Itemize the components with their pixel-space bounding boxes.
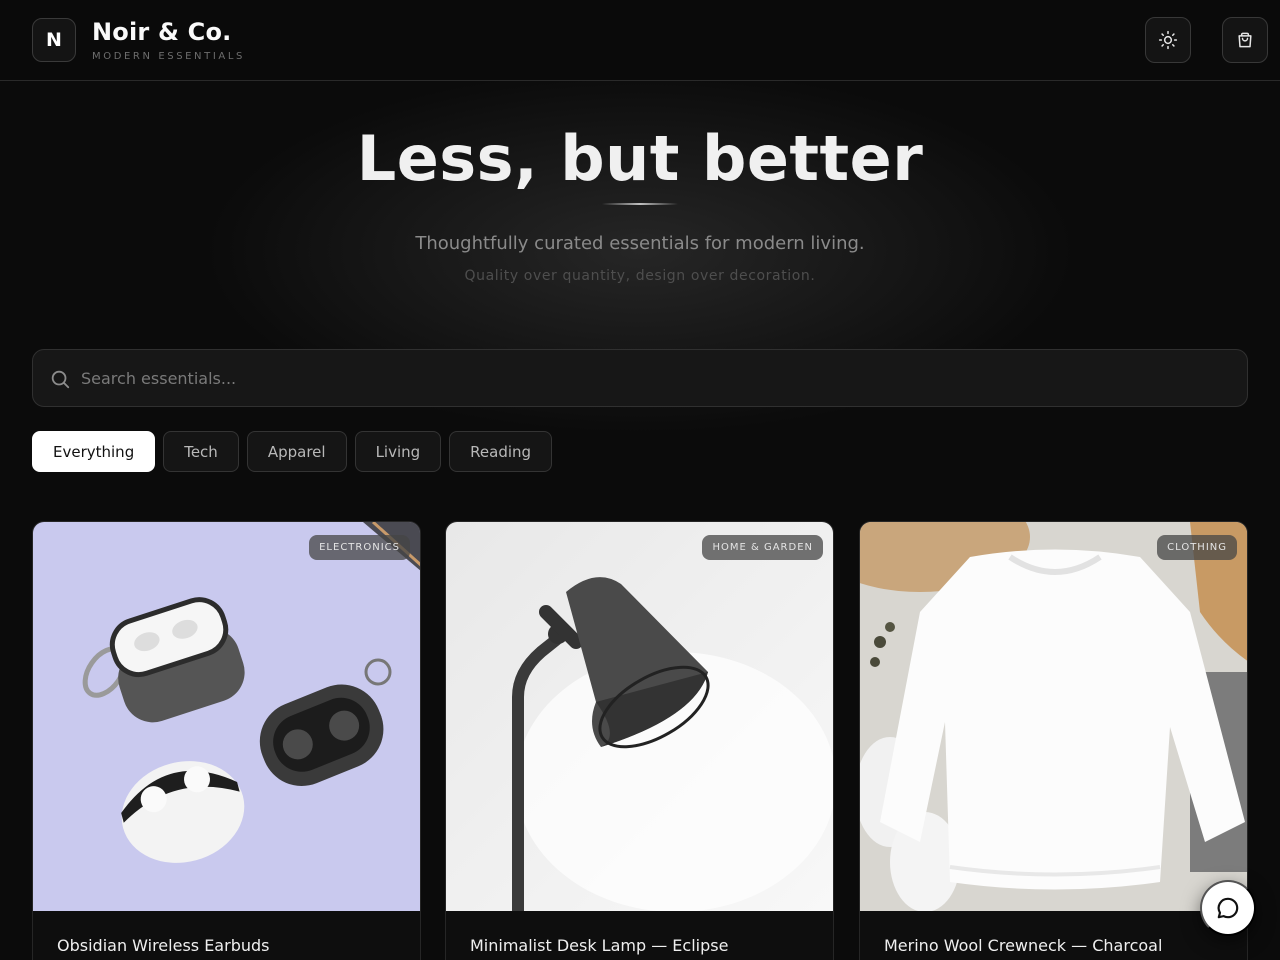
hero-tagline: Quality over quantity, design over decor… [464,268,816,284]
search-input[interactable] [81,358,1231,398]
product-image[interactable]: CLOTHING [860,522,1247,911]
filter-chip-living[interactable]: Living [354,431,442,472]
logo-mark[interactable]: N [32,18,76,62]
brand-tagline: MODERN ESSENTIALS [92,51,245,62]
cart-button[interactable] [1222,17,1268,63]
site-header: N Noir & Co. MODERN ESSENTIALS [0,0,1280,81]
product-name[interactable]: Minimalist Desk Lamp — Eclipse [470,936,728,955]
hero-subtitle: Thoughtfully curated essentials for mode… [415,233,865,254]
hero-divider [602,203,678,205]
category-badge: CLOTHING [1157,535,1237,560]
product-image[interactable]: HOME & GARDEN [446,522,833,911]
chat-button[interactable] [1200,880,1256,936]
sun-icon [1158,30,1178,50]
hero-title: Less, but better [356,122,924,195]
theme-toggle-button[interactable] [1145,17,1191,63]
product-image[interactable]: ELECTRONICS [33,522,420,911]
category-badge: HOME & GARDEN [702,535,823,560]
chat-bubble-icon [1217,897,1239,919]
category-filter-bar: Everything Tech Apparel Living Reading [32,431,553,472]
product-card[interactable]: ELECTRONICS Obsidian Wireless Earbuds [32,521,421,960]
shopping-bag-icon [1238,32,1252,48]
search-icon [49,368,71,390]
brand-name[interactable]: Noir & Co. [92,18,232,46]
product-name[interactable]: Merino Wool Crewneck — Charcoal [884,936,1162,955]
category-badge: ELECTRONICS [309,535,410,560]
product-name[interactable]: Obsidian Wireless Earbuds [57,936,269,955]
product-card[interactable]: CLOTHING Merino Wool Crewneck — Charcoal [859,521,1248,960]
filter-chip-apparel[interactable]: Apparel [246,431,347,472]
filter-chip-reading[interactable]: Reading [449,431,553,472]
filter-chip-everything[interactable]: Everything [32,431,156,472]
product-card[interactable]: HOME & GARDEN Minimalist Desk Lamp — Ecl… [445,521,834,960]
search-bar[interactable] [32,349,1248,407]
filter-chip-tech[interactable]: Tech [163,431,239,472]
